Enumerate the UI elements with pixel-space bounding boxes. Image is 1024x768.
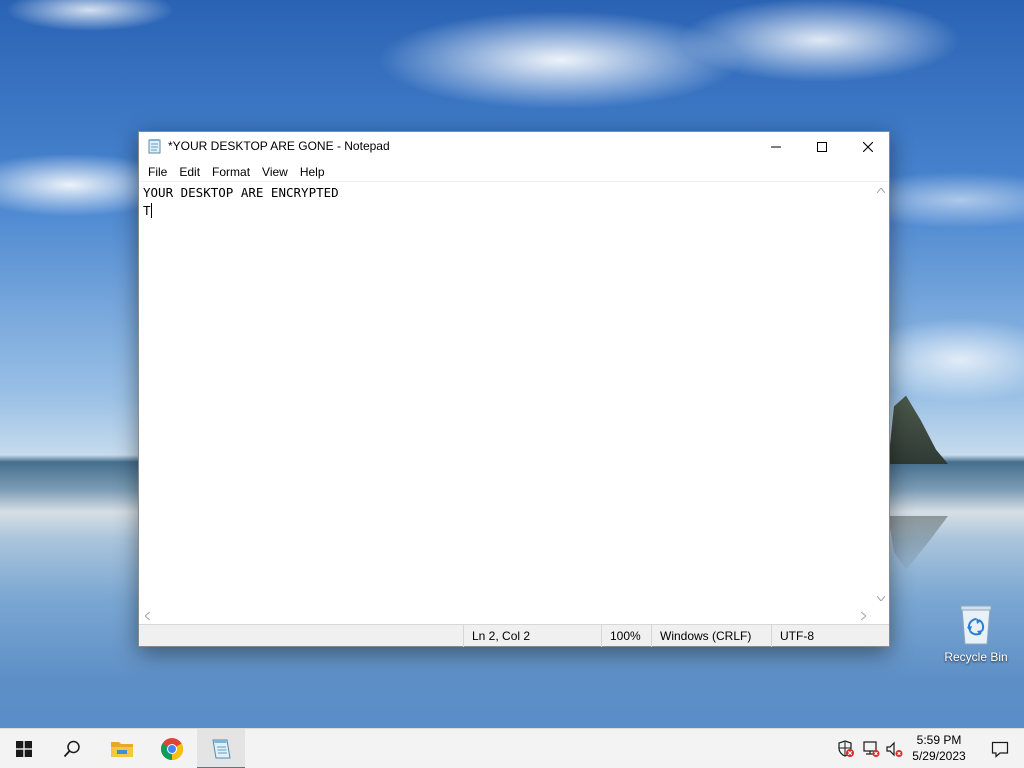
clock-time: 5:59 PM (916, 733, 962, 747)
maximize-icon (817, 141, 827, 152)
close-button[interactable] (845, 132, 891, 161)
editor-line-2: T (143, 202, 868, 220)
vertical-scrollbar[interactable] (872, 182, 889, 607)
network-disconnected-icon (863, 741, 880, 757)
editor-line-1: YOUR DESKTOP ARE ENCRYPTED (143, 185, 339, 200)
text-editor[interactable]: YOUR DESKTOP ARE ENCRYPTED T (139, 182, 872, 607)
tray-volume[interactable] (884, 739, 904, 759)
menu-help[interactable]: Help (294, 163, 331, 181)
status-encoding: UTF-8 (771, 625, 881, 647)
chevron-right-icon (861, 611, 866, 620)
volume-muted-icon (886, 741, 903, 757)
close-icon (863, 141, 873, 152)
chevron-down-icon (876, 596, 885, 601)
taskbar: 5:59 PM 5/29/2023 (0, 728, 1024, 768)
recycle-bin-label: Recycle Bin (944, 650, 1008, 664)
clock-date: 5/29/2023 (912, 749, 966, 763)
editor-line-2-text: T (143, 203, 151, 218)
recycle-bin-shortcut[interactable]: Recycle Bin (940, 600, 1012, 672)
recycle-bin-icon (960, 605, 992, 645)
notification-icon (991, 741, 1009, 758)
status-line-ending: Windows (CRLF) (651, 625, 771, 647)
scroll-left-button[interactable] (139, 607, 156, 624)
notepad-window: *YOUR DESKTOP ARE GONE - Notepad File Ed… (138, 131, 890, 647)
status-cursor-position: Ln 2, Col 2 (463, 625, 601, 647)
menu-view[interactable]: View (256, 163, 294, 181)
notification-center-button[interactable] (976, 729, 1024, 768)
notepad-icon (212, 739, 231, 759)
taskbar-clock[interactable]: 5:59 PM 5/29/2023 (906, 732, 972, 766)
horizontal-scrollbar[interactable] (139, 607, 872, 624)
taskbar-file-explorer[interactable] (98, 729, 146, 768)
scroll-down-button[interactable] (872, 590, 889, 607)
chevron-left-icon (145, 611, 150, 620)
start-icon (16, 741, 32, 757)
notepad-app-icon (148, 139, 161, 154)
search-icon (63, 740, 80, 758)
taskbar-chrome[interactable] (148, 729, 196, 768)
chrome-icon (161, 738, 183, 760)
text-caret (150, 203, 152, 218)
search-button[interactable] (48, 729, 96, 768)
minimize-icon (771, 146, 781, 147)
tray-network[interactable] (861, 739, 881, 759)
maximize-button[interactable] (799, 132, 845, 161)
menu-file[interactable]: File (142, 163, 173, 181)
security-warning-icon (838, 740, 854, 757)
scroll-up-button[interactable] (872, 182, 889, 199)
menu-edit[interactable]: Edit (173, 163, 206, 181)
scroll-right-button[interactable] (855, 607, 872, 624)
tray-security[interactable] (836, 739, 856, 759)
file-explorer-icon (111, 742, 133, 757)
menu-format[interactable]: Format (206, 163, 256, 181)
scrollbar-corner (872, 607, 889, 624)
status-zoom: 100% (601, 625, 651, 647)
chevron-up-icon (876, 188, 885, 193)
status-bar: Ln 2, Col 2 100% Windows (CRLF) UTF-8 (139, 624, 889, 647)
window-title: *YOUR DESKTOP ARE GONE - Notepad (168, 139, 390, 153)
title-bar[interactable]: *YOUR DESKTOP ARE GONE - Notepad (139, 132, 889, 162)
minimize-button[interactable] (753, 132, 799, 161)
taskbar-notepad[interactable] (197, 729, 245, 768)
menu-bar: File Edit Format View Help (139, 162, 889, 182)
start-button[interactable] (0, 729, 48, 768)
